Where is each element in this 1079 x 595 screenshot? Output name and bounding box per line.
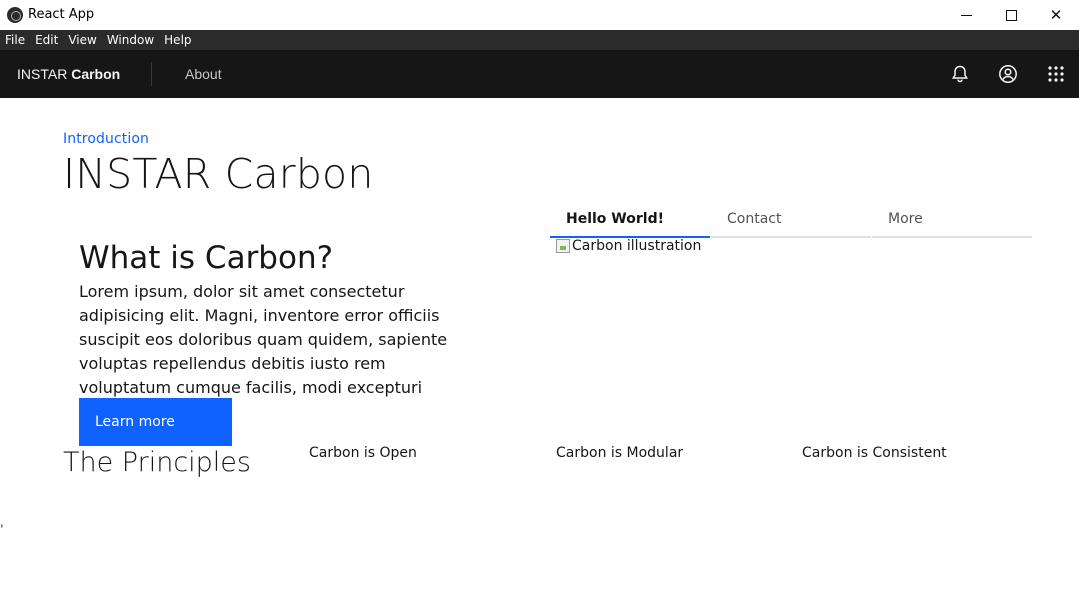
learn-more-button[interactable]: Learn more [79,398,232,446]
electron-app-icon [7,7,23,23]
menu-bar: File Edit View Window Help [0,30,1079,50]
menu-window[interactable]: Window [107,33,154,47]
principle-consistent: Carbon is Consistent [802,445,947,461]
menu-file[interactable]: File [5,33,25,47]
app-header: INSTAR Carbon About [0,50,1079,98]
nav-about-link[interactable]: About [185,66,222,82]
window-title: React App [28,7,95,22]
header-brand-link[interactable]: INSTAR Carbon [17,66,120,82]
tab-list: Hello World! Contact More [550,206,1032,238]
tab-more[interactable]: More [872,206,1032,238]
stray-text: , [0,514,4,529]
header-divider [151,62,152,86]
close-icon: ✕ [1049,6,1063,24]
minimize-icon [960,14,972,16]
tab-contact[interactable]: Contact [711,206,871,238]
minimize-button[interactable] [943,0,989,30]
maximize-button[interactable] [988,0,1034,30]
window-title-bar: React App ✕ [0,0,1079,30]
menu-edit[interactable]: Edit [35,33,58,47]
maximize-icon [1005,9,1017,21]
principle-modular: Carbon is Modular [556,445,684,461]
brand-suffix: Carbon [71,66,121,82]
principle-open: Carbon is Open [309,445,417,461]
page-title: INSTAR Carbon [63,150,374,198]
notification-icon [951,65,969,83]
carbon-illustration: Carbon illustration [556,238,701,254]
tab-hello-world[interactable]: Hello World! [550,206,710,238]
brand-prefix: INSTAR [17,66,68,82]
menu-view[interactable]: View [68,33,96,47]
menu-help[interactable]: Help [164,33,191,47]
notification-button[interactable] [948,62,972,86]
app-switcher-button[interactable] [1044,62,1068,86]
principles-title: The Principles [63,447,251,478]
user-avatar-button[interactable] [996,62,1020,86]
close-button[interactable]: ✕ [1033,0,1079,30]
illustration-alt-text: Carbon illustration [572,238,702,254]
section-heading: What is Carbon? [79,240,334,276]
broken-image-icon [556,239,570,253]
user-avatar-icon [999,65,1017,83]
breadcrumb-introduction[interactable]: Introduction [63,131,149,147]
app-switcher-icon [1048,66,1064,82]
